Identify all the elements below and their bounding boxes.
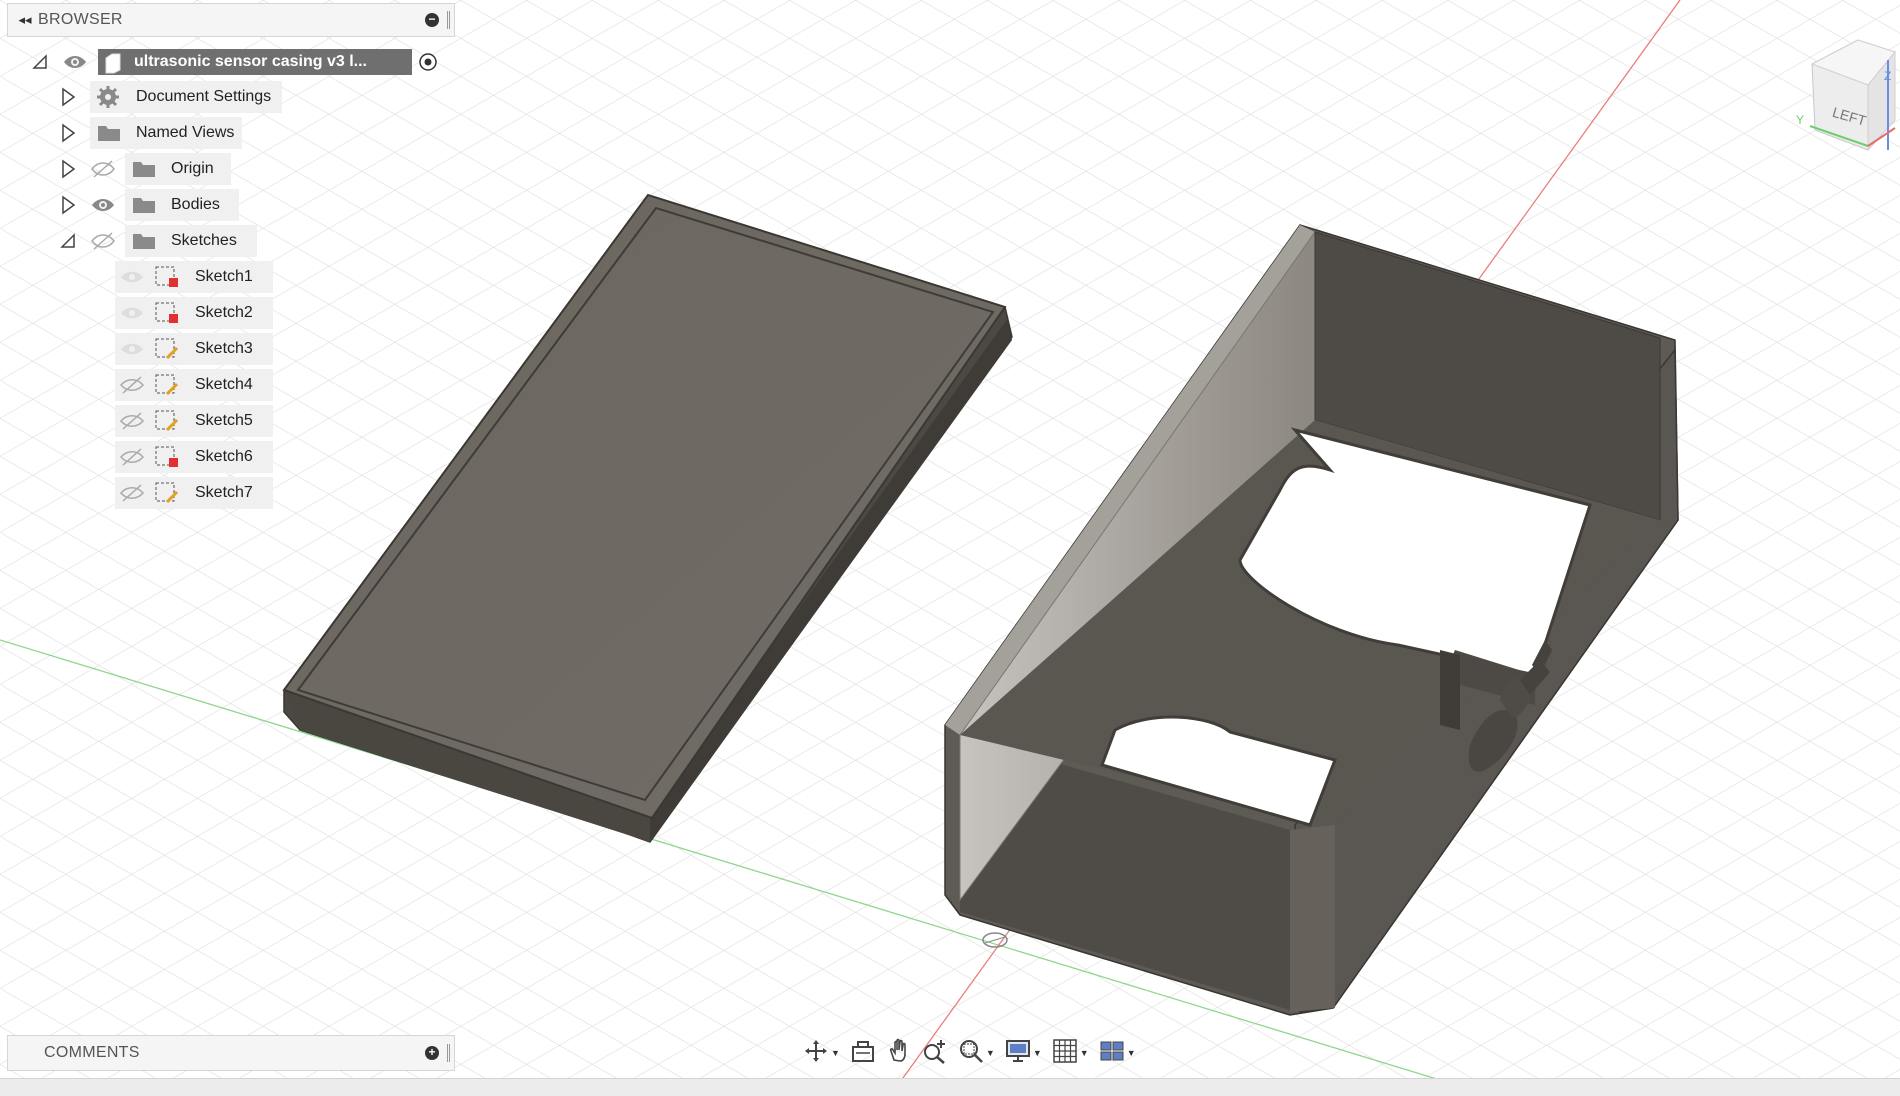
- faint-eye-icon[interactable]: [119, 338, 145, 360]
- status-bar: [0, 1078, 1900, 1096]
- sketch-label: Sketch3: [195, 340, 253, 357]
- comments-panel-header[interactable]: COMMENTS +: [7, 1035, 455, 1071]
- sketch-label: Sketch6: [195, 448, 253, 465]
- hidden-eye-icon[interactable]: [119, 410, 145, 432]
- folder-icon: [96, 122, 124, 144]
- sketch-item[interactable]: Sketch2: [115, 297, 273, 329]
- sketch-item[interactable]: Sketch6: [115, 441, 273, 473]
- fit-icon: [958, 1038, 984, 1069]
- collapse-triangle-icon[interactable]: [30, 51, 50, 73]
- pan-button[interactable]: [883, 1036, 915, 1070]
- sketch-edit-icon: [153, 372, 181, 398]
- sketch-label: Sketch5: [195, 412, 253, 429]
- activate-radio-icon[interactable]: [417, 51, 441, 75]
- panel-resize-grip[interactable]: [447, 1044, 450, 1062]
- comments-title: COMMENTS: [44, 1044, 140, 1061]
- sketch-item[interactable]: Sketch1: [115, 261, 273, 293]
- sketch-label: Sketch7: [195, 484, 253, 501]
- hidden-eye-icon[interactable]: [90, 230, 116, 252]
- faint-eye-icon[interactable]: [119, 302, 145, 324]
- hidden-eye-icon[interactable]: [119, 446, 145, 468]
- browser-item-label: Origin: [171, 160, 214, 177]
- expand-triangle-icon[interactable]: [58, 122, 78, 144]
- visibility-eye-icon[interactable]: [62, 51, 88, 73]
- collapse-panel-icon[interactable]: ◂◂: [12, 12, 38, 28]
- grid-settings-icon: [1052, 1038, 1078, 1069]
- folder-icon: [131, 158, 159, 180]
- browser-item-document-settings[interactable]: Document Settings: [90, 81, 282, 113]
- navigation-toolbar: ▼ ▼ ▼ ▼ ▼: [800, 1033, 1139, 1073]
- browser-item-sketches[interactable]: Sketches: [125, 225, 257, 257]
- display-settings-icon: [1005, 1038, 1031, 1069]
- sketch-label: Sketch4: [195, 376, 253, 393]
- expand-triangle-icon[interactable]: [58, 194, 78, 216]
- orbit-icon: [803, 1038, 829, 1069]
- browser-item-label: Bodies: [171, 196, 220, 213]
- pan-icon: [886, 1038, 912, 1069]
- browser-item-origin[interactable]: Origin: [125, 153, 231, 185]
- sketch-locked-icon: [153, 264, 181, 290]
- browser-item-label: Named Views: [136, 124, 235, 141]
- collapse-triangle-icon[interactable]: [58, 230, 78, 252]
- hidden-eye-icon[interactable]: [119, 374, 145, 396]
- component-icon: [102, 52, 122, 74]
- faint-eye-icon[interactable]: [119, 266, 145, 288]
- gear-icon: [96, 86, 124, 108]
- sketch-item[interactable]: Sketch3: [115, 333, 273, 365]
- 3d-viewport[interactable]: LEFT Y Z: [0, 0, 1900, 1096]
- viewports-icon: [1099, 1038, 1125, 1069]
- sketch-locked-icon: [153, 300, 181, 326]
- browser-title: BROWSER: [38, 11, 123, 28]
- root-component-label: ultrasonic sensor casing v3 l...: [134, 53, 367, 70]
- sketch-item[interactable]: Sketch7: [115, 477, 273, 509]
- look-at-icon: [850, 1038, 876, 1069]
- canvas-scene: LEFT Y Z: [0, 0, 1900, 1096]
- expand-triangle-icon[interactable]: [58, 158, 78, 180]
- visibility-eye-icon[interactable]: [90, 194, 116, 216]
- sketch-item[interactable]: Sketch4: [115, 369, 273, 401]
- sketch-edit-icon: [153, 480, 181, 506]
- display-settings-button[interactable]: ▼: [1002, 1036, 1045, 1070]
- add-comment-icon[interactable]: +: [425, 1046, 439, 1060]
- folder-icon: [131, 230, 159, 252]
- browser-item-bodies[interactable]: Bodies: [125, 189, 239, 221]
- minimize-panel-icon[interactable]: −: [425, 13, 439, 27]
- orbit-button[interactable]: ▼: [800, 1036, 843, 1070]
- browser-item-label: Sketches: [171, 232, 237, 249]
- expand-triangle-icon[interactable]: [58, 86, 78, 108]
- sketch-locked-icon: [153, 444, 181, 470]
- sketch-label: Sketch2: [195, 304, 253, 321]
- hidden-eye-icon[interactable]: [119, 482, 145, 504]
- viewcube-y-label: Y: [1796, 113, 1804, 127]
- zoom-button[interactable]: [919, 1036, 951, 1070]
- browser-panel-header: ◂◂ BROWSER −: [7, 3, 455, 37]
- sketch-label: Sketch1: [195, 268, 253, 285]
- folder-icon: [131, 194, 159, 216]
- grid-settings-button[interactable]: ▼: [1049, 1036, 1092, 1070]
- sketch-item[interactable]: Sketch5: [115, 405, 273, 437]
- sketch-edit-icon: [153, 336, 181, 362]
- viewports-button[interactable]: ▼: [1096, 1036, 1139, 1070]
- hidden-eye-icon[interactable]: [90, 158, 116, 180]
- root-component[interactable]: ultrasonic sensor casing v3 l...: [98, 49, 412, 75]
- look-at-button[interactable]: [847, 1036, 879, 1070]
- zoom-icon: [922, 1038, 948, 1069]
- sketch-edit-icon: [153, 408, 181, 434]
- browser-item-named-views[interactable]: Named Views: [90, 117, 242, 149]
- fit-button[interactable]: ▼: [955, 1036, 998, 1070]
- viewcube-z-label: Z: [1884, 69, 1891, 83]
- panel-resize-grip[interactable]: [447, 11, 450, 29]
- browser-item-label: Document Settings: [136, 88, 272, 105]
